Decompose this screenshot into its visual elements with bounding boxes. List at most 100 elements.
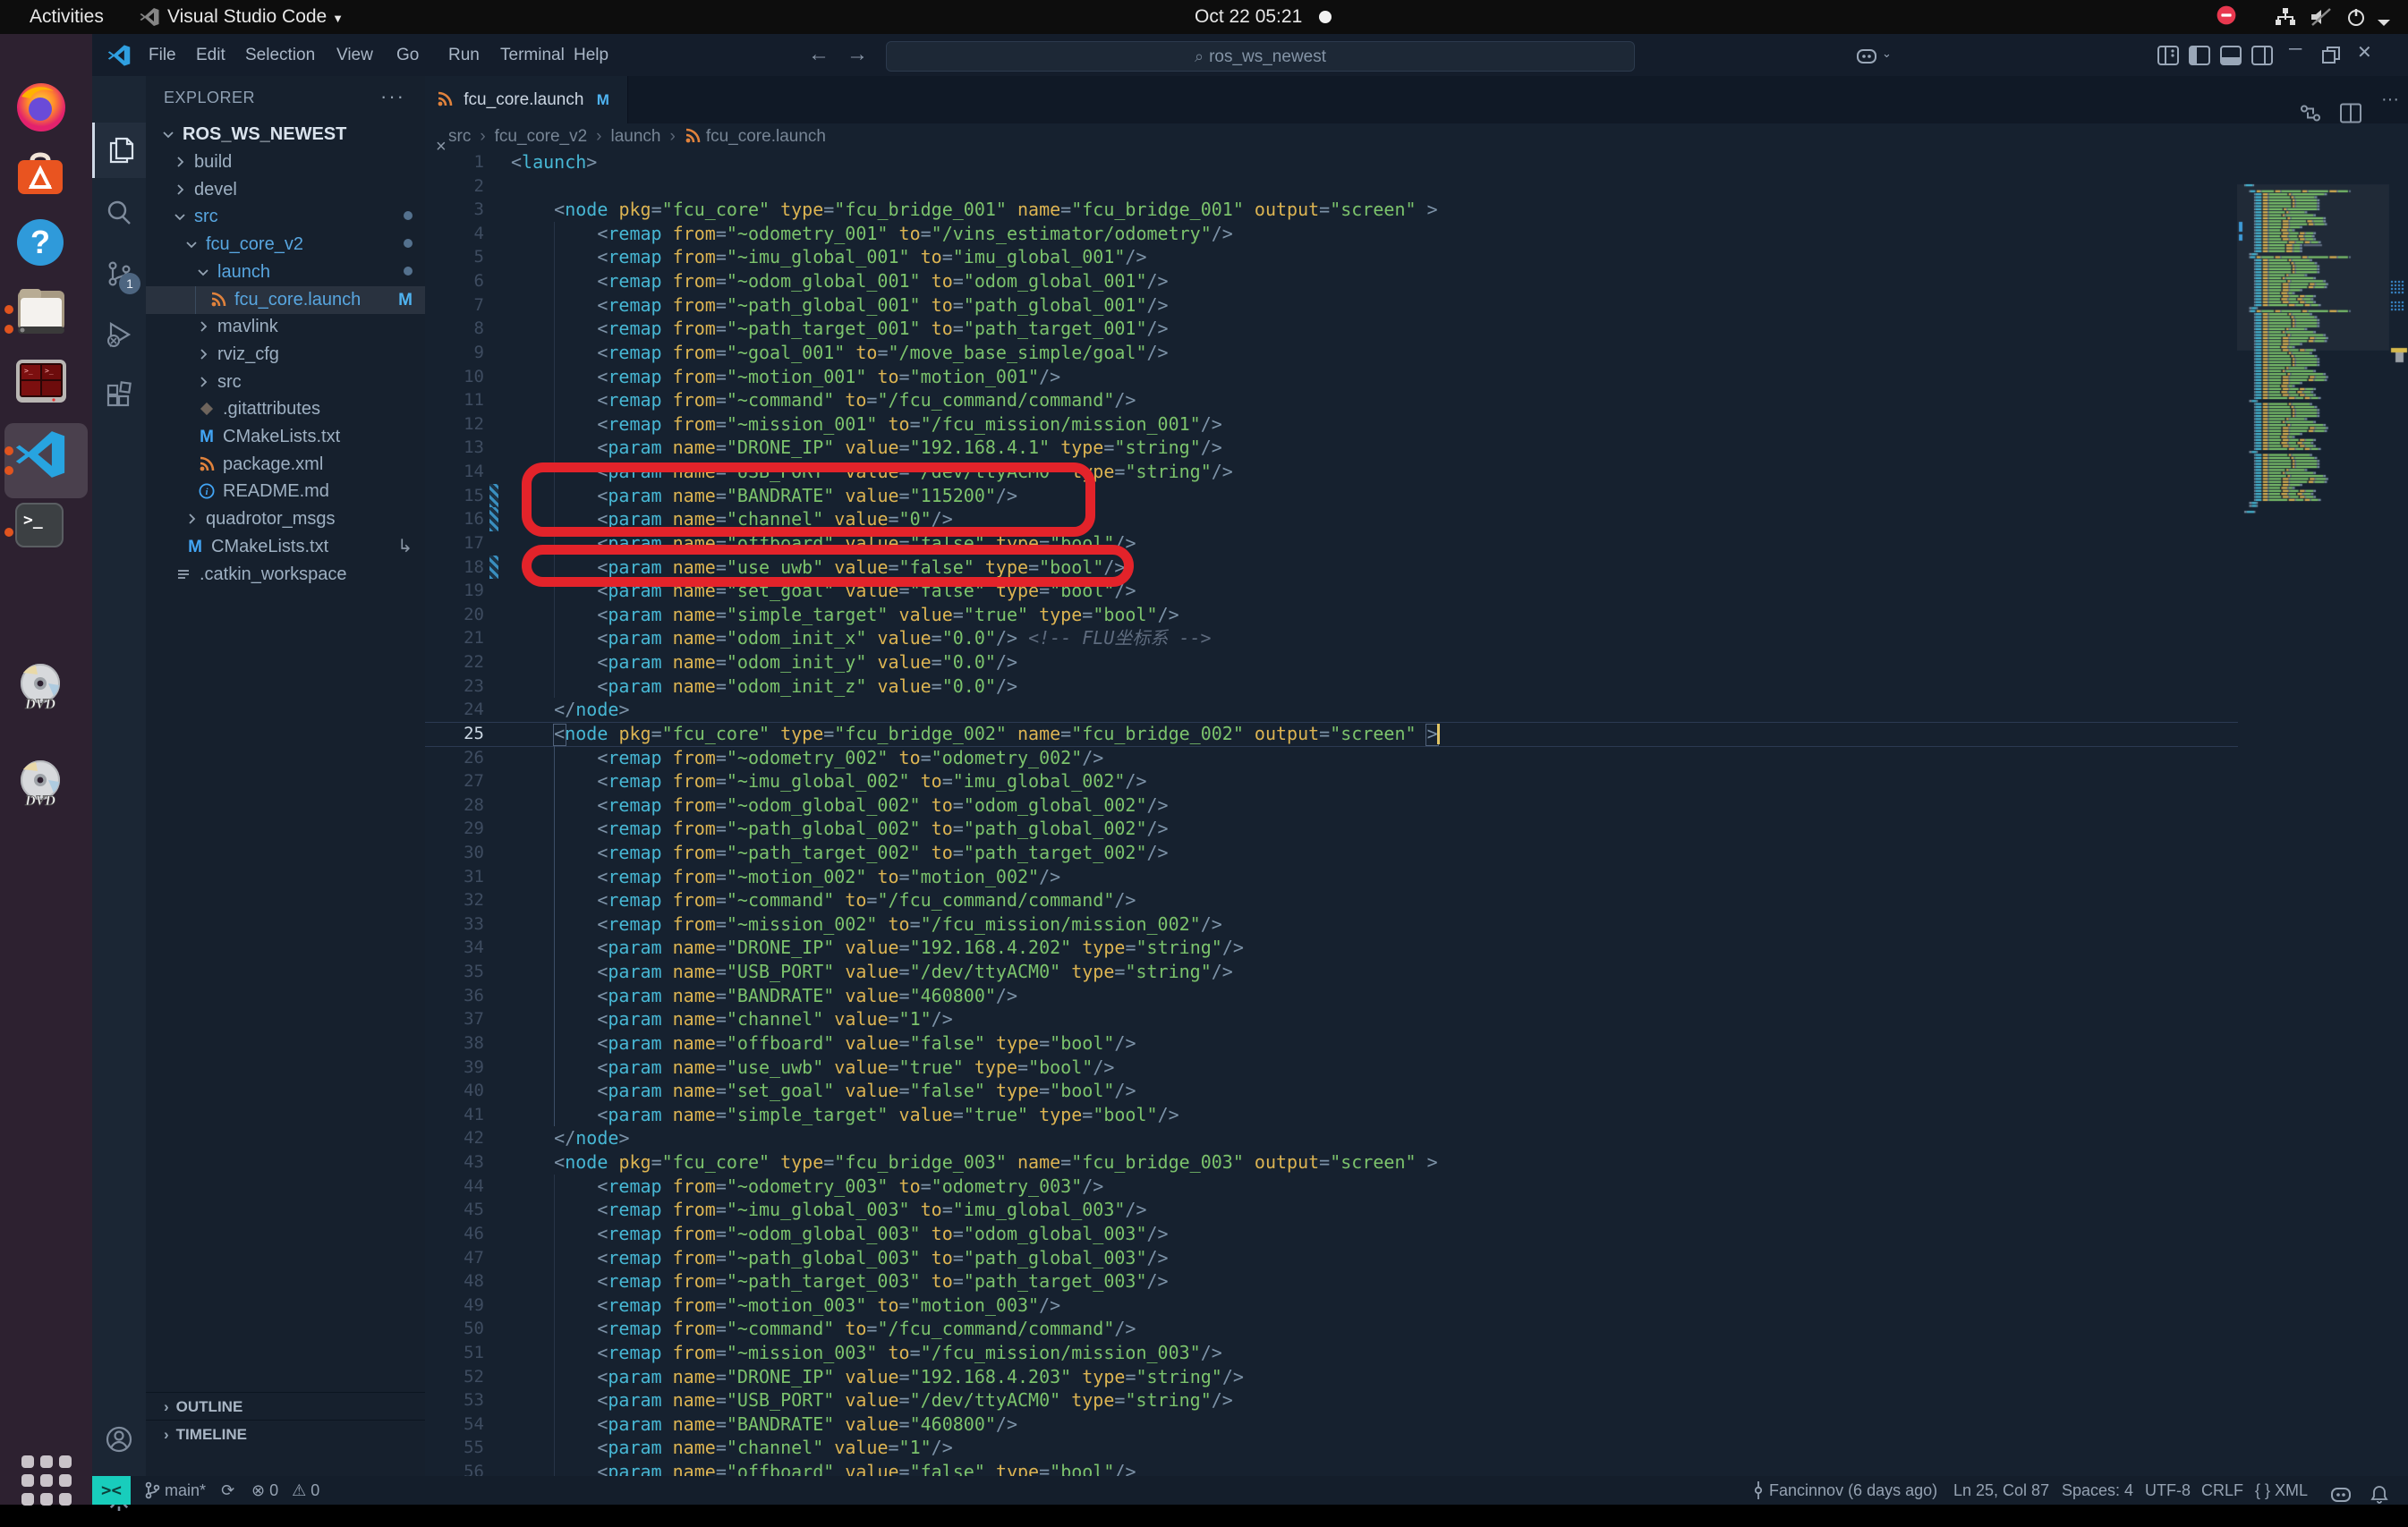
menu-run[interactable]: Run [437, 34, 491, 76]
commit-info-item[interactable]: Fancinnov (6 days ago) [1752, 1476, 1937, 1505]
code-line-3[interactable]: 3 <node pkg="fcu_core" type="fcu_bridge_… [425, 198, 2408, 222]
code-line-50[interactable]: 50 <remap from="~command" to="/fcu_comma… [425, 1317, 2408, 1341]
menu-view[interactable]: View [325, 34, 385, 76]
code-line-13[interactable]: 13 <param name="DRONE_IP" value="192.168… [425, 436, 2408, 460]
code-line-55[interactable]: 55 <param name="channel" value="1"/> [425, 1436, 2408, 1460]
tree-item-package-xml[interactable]: package.xml [146, 451, 425, 479]
tree-item-cmakelists-txt[interactable]: MCMakeLists.txt [146, 423, 425, 451]
code-line-29[interactable]: 29 <remap from="~path_global_002" to="pa… [425, 817, 2408, 841]
search-activity-icon[interactable] [92, 185, 146, 241]
code-line-44[interactable]: 44 <remap from="~odometry_003" to="odome… [425, 1175, 2408, 1199]
restore-button[interactable] [2322, 47, 2340, 64]
sync-icon[interactable]: ⟳ [221, 1481, 234, 1499]
breadcrumb-launch[interactable]: launch [611, 127, 661, 146]
code-line-1[interactable]: 1<launch> [425, 150, 2408, 174]
toggle-secondary-sidebar-icon[interactable] [2251, 46, 2273, 65]
tree-item-build[interactable]: build [146, 148, 425, 176]
editor-more-actions[interactable]: ··· [2381, 76, 2399, 123]
tree-item-src[interactable]: src [146, 203, 425, 231]
code-line-25[interactable]: 25 <node pkg="fcu_core" type="fcu_bridge… [425, 722, 2408, 746]
tree-item-cmakelists-txt[interactable]: MCMakeLists.txt↳ [146, 533, 425, 561]
code-line-37[interactable]: 37 <param name="channel" value="1"/> [425, 1007, 2408, 1031]
indentation-item[interactable]: Spaces: 4 [2062, 1476, 2133, 1505]
minimap[interactable] [2237, 177, 2408, 562]
code-line-2[interactable]: 2 [425, 174, 2408, 199]
dock-item-help[interactable]: ? [13, 215, 81, 283]
code-line-34[interactable]: 34 <param name="DRONE_IP" value="192.168… [425, 936, 2408, 960]
code-line-11[interactable]: 11 <remap from="~command" to="/fcu_comma… [425, 388, 2408, 412]
code-line-8[interactable]: 8 <remap from="~path_target_001" to="pat… [425, 317, 2408, 341]
customize-layout-icon[interactable] [2157, 46, 2179, 65]
code-line-32[interactable]: 32 <remap from="~command" to="/fcu_comma… [425, 888, 2408, 912]
focused-app-menu[interactable]: Visual Studio Code ▼ [167, 0, 344, 34]
minimize-button[interactable]: ─ [2289, 39, 2302, 60]
dock-item-vscode[interactable] [13, 427, 81, 495]
source-control-activity-icon[interactable]: 1 [92, 246, 146, 301]
tree-item-devel[interactable]: devel [146, 176, 425, 204]
code-line-45[interactable]: 45 <remap from="~imu_global_003" to="imu… [425, 1198, 2408, 1222]
tree-item--catkin-workspace[interactable]: .catkin_workspace [146, 561, 425, 589]
show-applications-button[interactable] [21, 1455, 72, 1506]
timeline-section[interactable]: ›TIMELINE [146, 1420, 425, 1448]
code-line-26[interactable]: 26 <remap from="~odometry_002" to="odome… [425, 746, 2408, 770]
menu-go[interactable]: Go [385, 34, 430, 76]
code-line-33[interactable]: 33 <remap from="~mission_002" to="/fcu_m… [425, 912, 2408, 937]
extensions-activity-icon[interactable] [92, 368, 146, 423]
breadcrumb-fcu_core.launch[interactable]: fcu_core.launch [706, 127, 826, 146]
menu-edit[interactable]: Edit [184, 34, 237, 76]
cursor-position-item[interactable]: Ln 25, Col 87 [1953, 1476, 2049, 1505]
menu-file[interactable]: File [137, 34, 188, 76]
sidebar-more-actions[interactable]: ··· [380, 85, 405, 108]
code-line-49[interactable]: 49 <remap from="~motion_003" to="motion_… [425, 1294, 2408, 1318]
code-line-40[interactable]: 40 <param name="set_goal" value="false" … [425, 1079, 2408, 1103]
dock-item-terminal[interactable]: >_ [13, 498, 81, 566]
code-line-5[interactable]: 5 <remap from="~imu_global_001" to="imu_… [425, 245, 2408, 269]
tree-item-mavlink[interactable]: mavlink [146, 313, 425, 341]
code-line-35[interactable]: 35 <param name="USB_PORT" value="/dev/tt… [425, 960, 2408, 984]
problems-item[interactable]: ⊗ 0 ⚠ 0 [251, 1476, 319, 1505]
encoding-item[interactable]: UTF-8 [2145, 1476, 2191, 1505]
code-line-20[interactable]: 20 <param name="simple_target" value="tr… [425, 603, 2408, 627]
code-line-24[interactable]: 24 </node> [425, 698, 2408, 722]
dock-item-firefox[interactable] [13, 77, 81, 145]
tree-item-rviz-cfg[interactable]: rviz_cfg [146, 341, 425, 369]
toggle-primary-sidebar-icon[interactable] [2189, 46, 2210, 65]
tree-item-src[interactable]: src [146, 369, 425, 396]
tree-item-launch[interactable]: launch [146, 259, 425, 286]
copilot-icon[interactable] [1855, 45, 1878, 66]
code-line-30[interactable]: 30 <remap from="~path_target_002" to="pa… [425, 841, 2408, 865]
code-line-43[interactable]: 43 <node pkg="fcu_core" type="fcu_bridge… [425, 1150, 2408, 1175]
activities-button[interactable]: Activities [30, 0, 104, 34]
notifications-bell-icon[interactable] [2370, 1480, 2388, 1509]
breadcrumb[interactable]: src›fcu_core_v2›launch›fcu_core.launch [425, 123, 2408, 150]
tab-fcu-core-launch[interactable]: fcu_core.launch M × [425, 76, 628, 123]
code-line-56[interactable]: 56 <param name="offboard" value="false" … [425, 1460, 2408, 1476]
eol-item[interactable]: CRLF [2201, 1476, 2243, 1505]
dock-item-files[interactable] [13, 285, 81, 353]
code-line-4[interactable]: 4 <remap from="~odometry_001" to="/vins_… [425, 222, 2408, 246]
code-line-41[interactable]: 41 <param name="simple_target" value="tr… [425, 1103, 2408, 1127]
tree-item-readme-md[interactable]: iREADME.md [146, 478, 425, 505]
code-line-23[interactable]: 23 <param name="odom_init_z" value="0.0"… [425, 674, 2408, 699]
code-line-21[interactable]: 21 <param name="odom_init_x" value="0.0"… [425, 626, 2408, 650]
code-line-6[interactable]: 6 <remap from="~odom_global_001" to="odo… [425, 269, 2408, 293]
git-branch-item[interactable]: main* ⟳ [144, 1476, 234, 1505]
toggle-panel-icon[interactable] [2220, 46, 2242, 65]
nav-forward-icon[interactable]: → [847, 42, 868, 67]
code-line-10[interactable]: 10 <remap from="~motion_001" to="motion_… [425, 365, 2408, 389]
breadcrumb-fcu_core_v2[interactable]: fcu_core_v2 [495, 127, 588, 146]
outline-section[interactable]: ›OUTLINE [146, 1392, 425, 1421]
dock-item-dvd-2[interactable]: DVD [13, 759, 81, 827]
code-line-39[interactable]: 39 <param name="use_uwb" value="true" ty… [425, 1056, 2408, 1080]
dock-item-dvd-1[interactable]: DVD [13, 662, 81, 730]
accounts-icon[interactable] [92, 1412, 146, 1467]
code-line-47[interactable]: 47 <remap from="~path_global_003" to="pa… [425, 1246, 2408, 1270]
tree-item-fcu-core-v2[interactable]: fcu_core_v2 [146, 231, 425, 259]
dock-item-terminal-red[interactable]: >_>_ [13, 356, 81, 424]
run-debug-activity-icon[interactable] [92, 307, 146, 362]
tree-item-quadrotor-msgs[interactable]: quadrotor_msgs [146, 505, 425, 533]
code-line-53[interactable]: 53 <param name="USB_PORT" value="/dev/tt… [425, 1388, 2408, 1412]
tree-item-fcu-core-launch[interactable]: fcu_core.launchM [146, 286, 425, 314]
breadcrumb-src[interactable]: src [448, 127, 471, 146]
code-editor[interactable]: 1<launch>23 <node pkg="fcu_core" type="f… [425, 150, 2408, 1476]
